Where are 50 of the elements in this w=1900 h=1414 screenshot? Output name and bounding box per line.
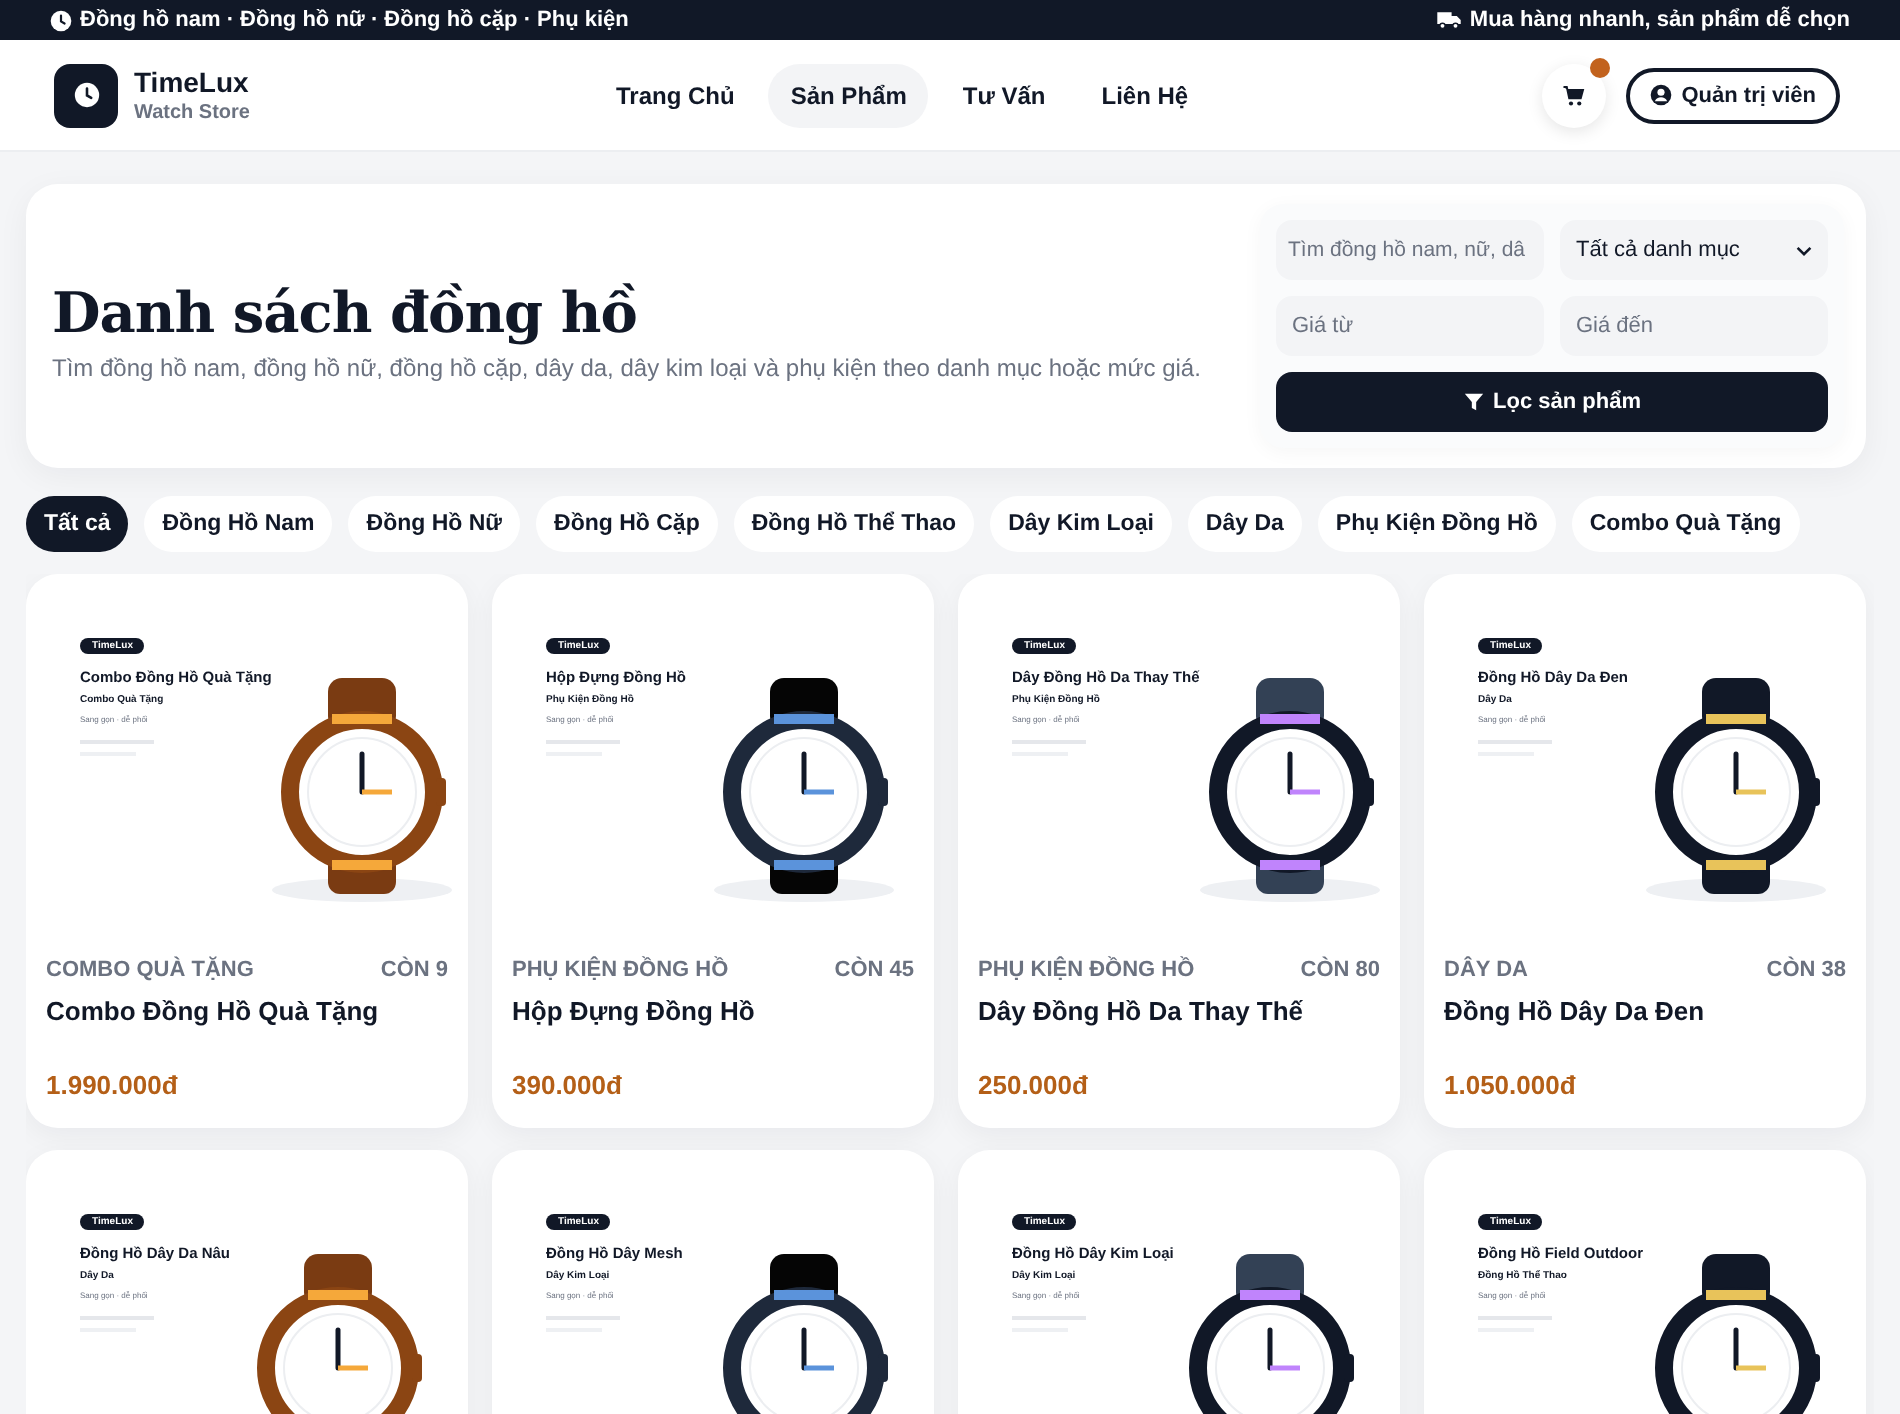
category-chip[interactable]: Đồng Hồ Thể Thao	[733, 496, 975, 552]
cart-badge	[1589, 57, 1610, 77]
brand-name: TimeLux	[134, 66, 250, 98]
category-chip[interactable]: Phụ Kiện Đồng Hồ	[1317, 496, 1556, 552]
product-name[interactable]: Combo Đồng Hồ Quà Tặng	[46, 996, 448, 1026]
product-price: 390.000đ	[512, 1070, 624, 1100]
stock-count: CÒN 45	[834, 958, 914, 982]
cart-icon	[1561, 83, 1586, 107]
category-chip[interactable]: Đồng Hồ Nam	[144, 496, 333, 552]
stock-count: CÒN 38	[1766, 958, 1846, 982]
top-bar-categories: Đồng hồ nam · Đồng hồ nữ · Đồng hồ cặp · Phụ kiện	[80, 8, 629, 32]
filter-button[interactable]: Lọc sản phẩm	[1276, 372, 1828, 432]
product-price: 1.990.000đ	[46, 1070, 180, 1100]
product-category: PHỤ KIỆN ĐỒNG HỒ	[512, 958, 729, 982]
category-dropdown[interactable]: Tất cả danh mục	[1560, 220, 1828, 280]
product-category: PHỤ KIỆN ĐỒNG HỒ	[978, 958, 1195, 982]
top-bar-slogan: Mua hàng nhanh, sản phẩm dễ chọn	[1469, 8, 1850, 32]
chevron-down-icon	[1796, 245, 1812, 255]
product-price: 250.000đ	[978, 1070, 1090, 1100]
search-field[interactable]: Tìm đồng hồ nam, nữ, dâ	[1276, 220, 1544, 280]
page-subtitle: Tìm đồng hồ nam, đồng hồ nữ, đồng hồ cặp, dây da, dây kim loại và phụ kiện theo danh mục hoặc mức giá.	[52, 353, 1203, 381]
category-chip[interactable]: Tất cả	[26, 496, 129, 552]
category-chip[interactable]: Dây Kim Loại	[990, 496, 1172, 552]
category-chip[interactable]: Combo Quà Tặng	[1571, 496, 1800, 552]
product-price: 1.050.000đ	[1444, 1070, 1578, 1100]
category-chip[interactable]: Đồng Hồ Cặp	[536, 496, 718, 552]
admin-button[interactable]: Quản trị viên	[1625, 67, 1840, 123]
cart-button[interactable]	[1541, 63, 1606, 127]
page-title: Danh sách đồng hồ	[52, 279, 639, 345]
nav-link[interactable]: Liên Hệ	[1079, 63, 1211, 127]
funnel-icon	[1463, 392, 1484, 412]
nav-link[interactable]: Tư Vấn	[940, 63, 1068, 127]
nav-link[interactable]: Sản Phẩm	[768, 63, 929, 127]
price-from-field[interactable]: Giá từ	[1276, 296, 1544, 356]
user-circle-icon	[1649, 84, 1672, 106]
product-name[interactable]: Đồng Hồ Dây Da Đen	[1444, 996, 1846, 1026]
product-name[interactable]: Hộp Đựng Đồng Hồ	[512, 996, 914, 1026]
stock-count: CÒN 9	[380, 958, 448, 982]
category-chip[interactable]: Đồng Hồ Nữ	[348, 496, 521, 552]
nav-link[interactable]: Trang Chủ	[594, 63, 757, 127]
product-name[interactable]: Dây Đồng Hồ Da Thay Thế	[978, 996, 1380, 1026]
brand-tagline: Watch Store	[134, 102, 250, 124]
category-chip[interactable]: Dây Da	[1187, 496, 1302, 552]
product-category: COMBO QUÀ TẶNG	[46, 958, 254, 982]
product-category: DÂY DA	[1444, 958, 1528, 982]
price-to-field[interactable]: Giá đến	[1560, 296, 1828, 356]
truck-icon	[1435, 10, 1462, 30]
clock-icon	[73, 82, 99, 108]
stock-count: CÒN 80	[1300, 958, 1380, 982]
clock-icon	[50, 9, 72, 31]
